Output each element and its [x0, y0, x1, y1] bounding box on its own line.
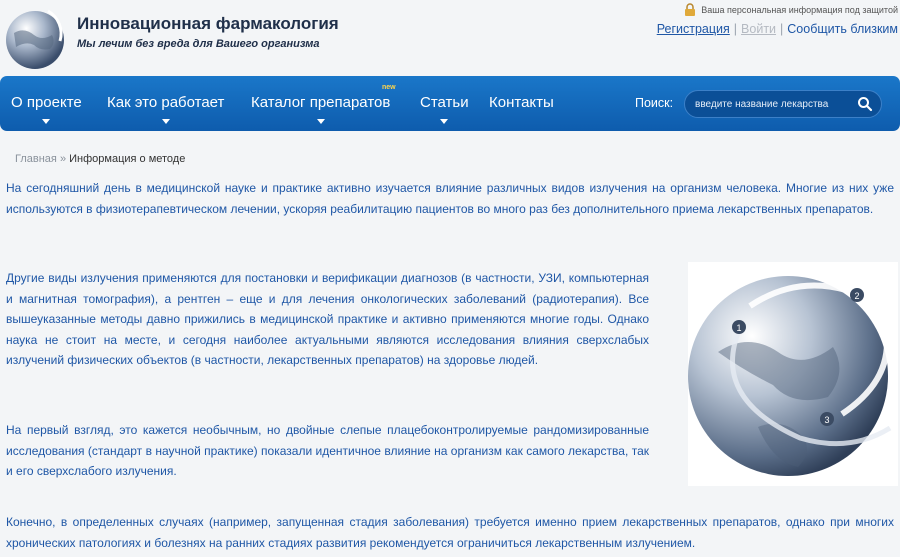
- nav-item-label: Каталог препаратов: [251, 94, 391, 111]
- login-link[interactable]: Войти: [741, 22, 776, 36]
- main-navbar: О проекте Как это работает Каталог препа…: [0, 76, 900, 131]
- nav-item-contacts[interactable]: Контакты: [489, 94, 554, 111]
- content-paragraph: Другие виды излучения применяются для по…: [6, 271, 649, 367]
- search-label: Поиск:: [635, 96, 674, 110]
- breadcrumb-home-link[interactable]: Главная: [15, 153, 57, 165]
- breadcrumb-current: Информация о методе: [69, 153, 186, 165]
- user-links: Регистрация | Войти | Сообщить близким: [657, 22, 898, 36]
- nav-item-about[interactable]: О проекте: [11, 94, 82, 124]
- search-box: [684, 90, 882, 118]
- svg-text:2: 2: [854, 291, 859, 301]
- report-link[interactable]: Сообщить близким: [787, 22, 898, 36]
- content-paragraph: Конечно, в определенных случаях (наприме…: [6, 515, 894, 550]
- chevron-down-icon: [316, 119, 325, 124]
- content-paragraph: На первый взгляд, это кажется необычным,…: [6, 423, 649, 478]
- new-badge: new: [382, 84, 396, 91]
- search-input[interactable]: [695, 97, 845, 112]
- chevron-down-icon: [440, 119, 449, 124]
- nav-item-label: Контакты: [489, 94, 554, 111]
- nav-item-how-it-works[interactable]: Как это работает: [107, 94, 225, 124]
- breadcrumb-separator: »: [59, 153, 67, 165]
- nav-item-label: Статьи: [420, 94, 469, 111]
- chevron-down-icon: [42, 119, 51, 124]
- globe-logo-icon[interactable]: [2, 5, 68, 71]
- nav-item-label: Как это работает: [107, 94, 225, 111]
- nav-item-articles[interactable]: Статьи: [420, 94, 469, 124]
- nav-item-catalog[interactable]: Каталог препаратов: [251, 94, 391, 124]
- globe-illustration: 1 2 3: [688, 262, 898, 486]
- site-header: Инновационная фармакология Мы лечим без …: [0, 0, 900, 75]
- link-separator: |: [780, 22, 784, 36]
- content-paragraph: На сегодняшний день в медицинской науке …: [6, 181, 894, 216]
- link-separator: |: [733, 22, 738, 36]
- site-title: Инновационная фармакология: [77, 14, 339, 33]
- chevron-down-icon: [161, 119, 170, 124]
- svg-text:3: 3: [824, 415, 829, 425]
- lock-icon: [685, 3, 696, 16]
- globe-illustration-graphic: 1 2 3: [688, 276, 892, 476]
- search-icon[interactable]: [857, 96, 873, 112]
- marker-icon: 2: [850, 288, 864, 302]
- marker-icon: 1: [732, 320, 746, 334]
- marker-icon: 3: [820, 412, 834, 426]
- secure-note-text: Ваша персональная информация под защитой: [701, 4, 898, 15]
- svg-text:1: 1: [736, 323, 741, 333]
- site-slogan: Мы лечим без вреда для Вашего организма: [77, 38, 320, 50]
- nav-item-label: О проекте: [11, 94, 82, 111]
- breadcrumb: Главная » Информация о методе: [15, 153, 185, 165]
- register-link[interactable]: Регистрация: [657, 22, 730, 36]
- secure-note: Ваша персональная информация под защитой: [683, 3, 898, 16]
